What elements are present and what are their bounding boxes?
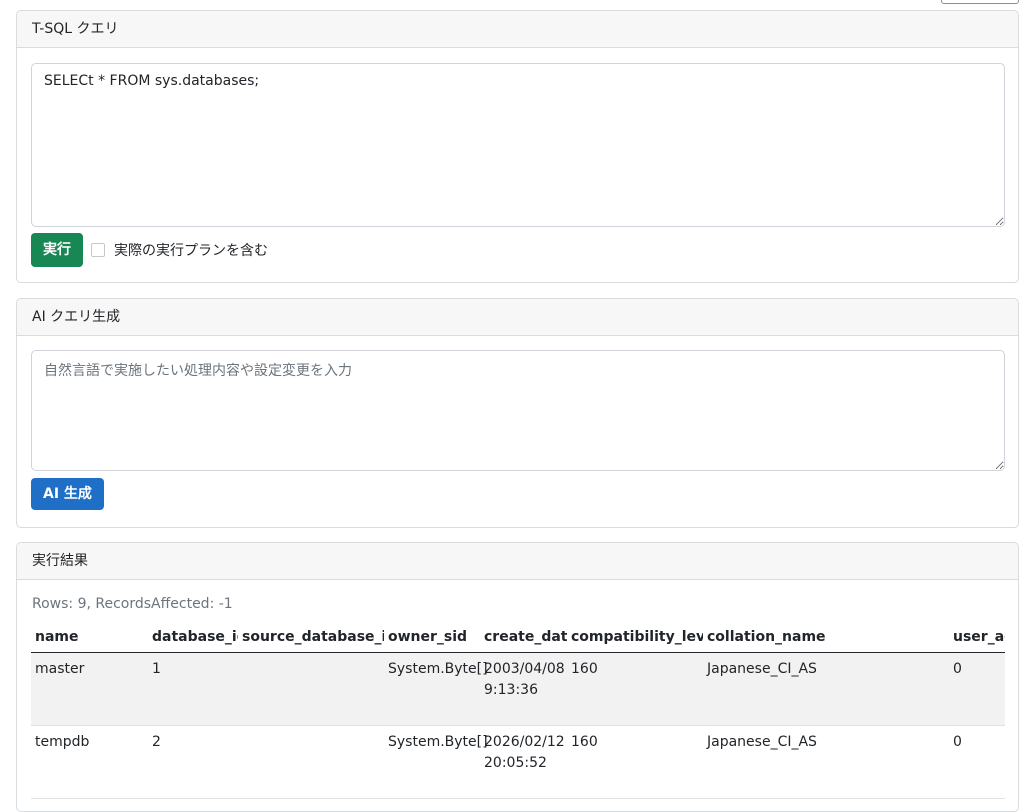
result-table-header-row: name database_id source_database_id owne…: [31, 622, 1005, 653]
cell-name: tempdb: [31, 725, 148, 799]
cell-create-date: 2003/04/08 9:13:36: [480, 652, 567, 726]
table-row: master 1 System.Byte[] 2003/04/08 9:13:36…: [31, 652, 1005, 726]
create-date-day: 2026/02/12: [484, 734, 565, 750]
cell-database-id: 2: [148, 725, 238, 799]
column-header: create_date: [480, 622, 567, 653]
cell-name: master: [31, 652, 148, 726]
cell-database-id: 1: [148, 652, 238, 726]
cell-user-ac: 0: [949, 725, 1005, 799]
result-card-title: 実行結果: [17, 543, 1018, 580]
column-header: collation_name: [703, 622, 949, 653]
ai-query-card: AI クエリ生成 AI 生成: [16, 298, 1019, 528]
create-date-day: 2003/04/08: [484, 661, 565, 677]
column-header: owner_sid: [384, 622, 480, 653]
cell-collation-name: Japanese_CI_AS: [703, 725, 949, 799]
cell-owner-sid: System.Byte[]: [384, 652, 488, 726]
run-button[interactable]: 実行: [31, 233, 83, 267]
column-header: source_database_id: [238, 622, 384, 653]
cell-compatibility-level: 160: [567, 725, 703, 799]
tsql-card-title: T-SQL クエリ: [17, 11, 1018, 48]
cell-owner-sid: System.Byte[]: [384, 725, 488, 799]
result-summary: Rows: 9, RecordsAffected: -1: [32, 596, 233, 612]
cell-collation-name: Japanese_CI_AS: [703, 652, 949, 726]
result-table: name database_id source_database_id owne…: [31, 622, 1005, 799]
cell-create-date: 2026/02/12 20:05:52: [480, 725, 567, 799]
tsql-query-input[interactable]: SELECt * FROM sys.databases;: [31, 63, 1005, 227]
column-header: compatibility_level: [567, 622, 703, 653]
cell-user-ac: 0: [949, 652, 1005, 726]
column-header: database_id: [148, 622, 238, 653]
tsql-query-card: T-SQL クエリ SELECt * FROM sys.databases; 実…: [16, 10, 1019, 283]
ai-prompt-input[interactable]: [31, 350, 1005, 471]
cell-source-database-id: [238, 652, 384, 726]
ai-generate-button[interactable]: AI 生成: [31, 478, 104, 510]
table-row: tempdb 2 System.Byte[] 2026/02/12 20:05:5…: [31, 725, 1005, 799]
top-button[interactable]: [941, 0, 1019, 4]
cell-compatibility-level: 160: [567, 652, 703, 726]
result-table-wrapper[interactable]: name database_id source_database_id owne…: [31, 622, 1005, 799]
include-plan-label: 実際の実行プランを含む: [114, 243, 268, 259]
include-plan-option[interactable]: 実際の実行プランを含む: [91, 240, 268, 260]
create-date-time: 20:05:52: [484, 755, 547, 771]
column-header: user_ac: [949, 622, 1005, 653]
cell-source-database-id: [238, 725, 384, 799]
result-card: 実行結果 Rows: 9, RecordsAffected: -1 name d…: [16, 542, 1019, 812]
create-date-time: 9:13:36: [484, 682, 538, 698]
include-plan-checkbox[interactable]: [91, 243, 105, 257]
column-header: name: [31, 622, 148, 653]
ai-card-title: AI クエリ生成: [17, 299, 1018, 336]
